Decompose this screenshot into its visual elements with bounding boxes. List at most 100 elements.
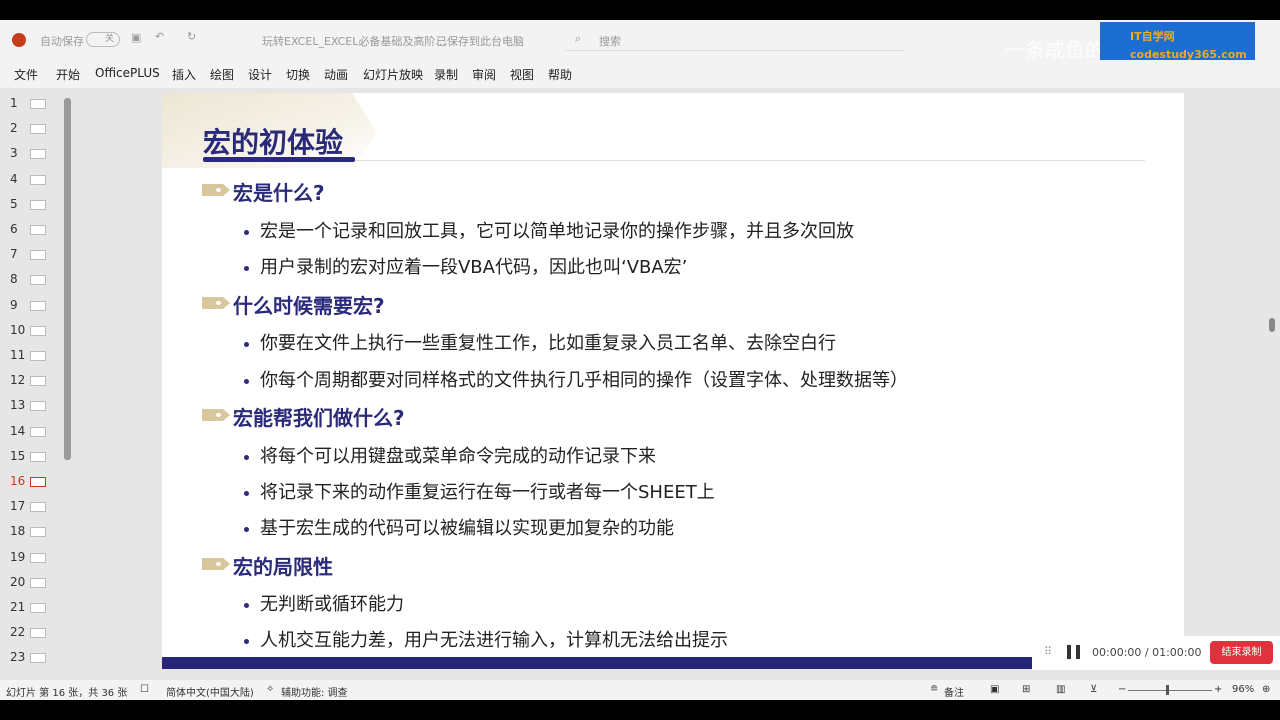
slide-thumbnail[interactable]: 1 [10, 96, 60, 116]
notes-button[interactable]: 备注 [944, 684, 964, 699]
bullet-item: 将每个可以用键盘或菜单命令完成的动作记录下来 [244, 442, 656, 468]
bullet-item: 你要在文件上执行一些重复性工作，比如重复录入员工名单、去除空白行 [244, 329, 836, 355]
slide-thumbnail[interactable]: 17 [10, 499, 60, 519]
thumbnail-number: 21 [10, 600, 26, 614]
thumbnail-scrollbar[interactable] [64, 98, 71, 460]
fit-slide-icon[interactable]: ⊕ [1262, 684, 1270, 695]
thumbnail-preview [30, 124, 46, 135]
bullet-icon [244, 454, 249, 460]
tab-design[interactable]: 设计 [248, 66, 272, 83]
tab-animations[interactable]: 动画 [324, 66, 348, 83]
thumbnail-number: 13 [10, 398, 26, 413]
search-input[interactable]: ⌕ 搜索 [565, 29, 905, 51]
bullet-text: 你每个周期都要对同样格式的文件执行几乎相同的操作（设置字体、处理数据等） [260, 370, 908, 391]
zoom-in-icon[interactable]: + [1214, 684, 1222, 695]
slide-thumbnail[interactable]: 21 [10, 600, 60, 620]
tab-file[interactable]: 文件 [14, 66, 38, 83]
slide-thumbnail[interactable]: 10 [10, 323, 60, 343]
autosave-toggle[interactable]: 关 [86, 32, 120, 47]
slide-thumbnail[interactable]: 15 [10, 449, 60, 469]
pause-icon[interactable] [1067, 645, 1080, 659]
slide-thumbnail[interactable]: 12 [10, 373, 60, 393]
thumbnail-preview [30, 426, 46, 437]
undo-icon[interactable]: ↶ [155, 30, 164, 43]
slide-thumbnail[interactable]: 7 [10, 247, 60, 267]
slide-sorter-icon[interactable]: ⊞ [1022, 684, 1030, 695]
powerpoint-logo-icon [12, 33, 26, 47]
redo-icon[interactable]: ↻ [187, 30, 196, 43]
bullet-item: 你每个周期都要对同样格式的文件执行几乎相同的操作（设置字体、处理数据等） [244, 366, 908, 392]
tab-insert[interactable]: 插入 [172, 66, 196, 83]
accessibility-status[interactable]: 辅助功能: 调查 [281, 684, 348, 699]
slide-thumbnail[interactable]: 5 [10, 197, 60, 217]
slide-thumbnail[interactable]: 8 [10, 272, 60, 292]
slide-counter: 幻灯片 第 16 张，共 36 张 [6, 688, 128, 699]
tab-home[interactable]: 开始 [56, 66, 80, 83]
bullet-icon [244, 526, 249, 532]
slide-thumbnail[interactable]: 4 [10, 172, 60, 192]
tab-transitions[interactable]: 切换 [286, 66, 310, 83]
spellcheck-icon[interactable]: ☐ [140, 684, 149, 695]
thumbnail-number: 15 [10, 448, 26, 463]
bullet-icon [244, 490, 249, 496]
thumbnail-number: 11 [10, 348, 26, 362]
thumbnail-number: 14 [10, 423, 26, 438]
slideshow-icon[interactable]: ⊻ [1090, 684, 1097, 695]
tab-help[interactable]: 帮助 [548, 66, 572, 83]
thumbnail-number: 3 [10, 146, 18, 161]
reading-view-icon[interactable]: ▥ [1056, 684, 1065, 695]
thumbnail-number: 8 [10, 272, 18, 287]
slide-thumbnail[interactable]: 18 [10, 524, 60, 544]
slide-thumbnail[interactable]: 14 [10, 424, 60, 444]
save-status[interactable]: 已保存到此台电脑 [436, 33, 524, 49]
bullet-item: 用户录制的宏对应着一段VBA代码，因此也叫‘VBA宏’ [244, 253, 687, 279]
slide-thumbnail[interactable]: 16 [10, 474, 60, 494]
bullet-text: 将记录下来的动作重复运行在每一行或者每一个SHEET上 [260, 482, 715, 503]
thumbnail-number: 17 [10, 499, 26, 514]
bullet-text: 基于宏生成的代码可以被编辑以实现更加复杂的功能 [260, 518, 674, 539]
zoom-slider[interactable] [1128, 685, 1212, 695]
bullet-item: 人机交互能力差，用户无法进行输入，计算机无法给出提示 [244, 626, 728, 652]
language[interactable]: 简体中文(中国大陆) [166, 684, 254, 699]
slide-thumbnail[interactable]: 9 [10, 298, 60, 318]
tab-view[interactable]: 视图 [510, 66, 534, 83]
tab-slideshow[interactable]: 幻灯片放映 [363, 66, 423, 83]
thumbnail-preview [30, 376, 46, 387]
ribbon-tabs: 文件 开始 OfficePLUS 插入 绘图 设计 切换 动画 幻灯片放映 录制… [0, 60, 1280, 88]
thumbnail-preview [30, 477, 46, 487]
slide-thumbnail[interactable]: 19 [10, 550, 60, 570]
thumbnail-preview [30, 451, 46, 462]
tab-record[interactable]: 录制 [434, 66, 458, 83]
stop-recording-button[interactable]: 结束录制 [1210, 641, 1273, 664]
zoom-out-icon[interactable]: − [1118, 684, 1126, 695]
slide-thumbnail[interactable]: 6 [10, 222, 60, 242]
zoom-level[interactable]: 96% [1232, 684, 1254, 695]
tab-officeplus[interactable]: OfficePLUS [95, 66, 160, 80]
tab-review[interactable]: 审阅 [472, 66, 496, 83]
slide-thumbnail[interactable]: 11 [10, 348, 60, 368]
slide-thumbnail[interactable]: 22 [10, 625, 60, 645]
slide-thumbnail[interactable]: 23 [10, 650, 60, 670]
slide-thumbnail[interactable]: 2 [10, 121, 60, 141]
thumbnail-preview [30, 99, 46, 109]
tab-draw[interactable]: 绘图 [210, 66, 234, 83]
slide-thumbnail[interactable]: 20 [10, 575, 60, 595]
thumbnail-number: 4 [10, 171, 18, 186]
bullet-icon [244, 638, 249, 644]
slide-thumbnail[interactable]: 3 [10, 146, 60, 166]
slide-thumbnail[interactable]: 13 [10, 398, 60, 418]
recording-toolbar: ⠿ 00:00:00 / 01:00:00 结束录制 [1032, 636, 1280, 670]
thumbnail-preview [30, 527, 46, 538]
thumbnail-number: 7 [10, 247, 18, 262]
bullet-text: 你要在文件上执行一些重复性工作，比如重复录入员工名单、去除空白行 [260, 333, 836, 354]
file-name: 玩转EXCEL_EXCEL必备基础及高阶... [262, 35, 446, 48]
normal-view-icon[interactable]: ▣ [990, 684, 999, 695]
save-icon[interactable]: ▣ [131, 31, 141, 44]
thumbnail-preview [30, 351, 46, 361]
thumbnail-preview [30, 275, 46, 286]
thumbnail-number: 23 [10, 650, 26, 665]
drag-handle-icon[interactable]: ⠿ [1044, 645, 1052, 658]
slide-scrollbar[interactable] [1269, 318, 1275, 332]
title-divider [355, 160, 1145, 161]
slide-canvas[interactable]: 宏的初体验 宏是什么? 宏是一个记录和回放工具，它可以简单地记录你的操作步骤，并且… [162, 93, 1184, 669]
